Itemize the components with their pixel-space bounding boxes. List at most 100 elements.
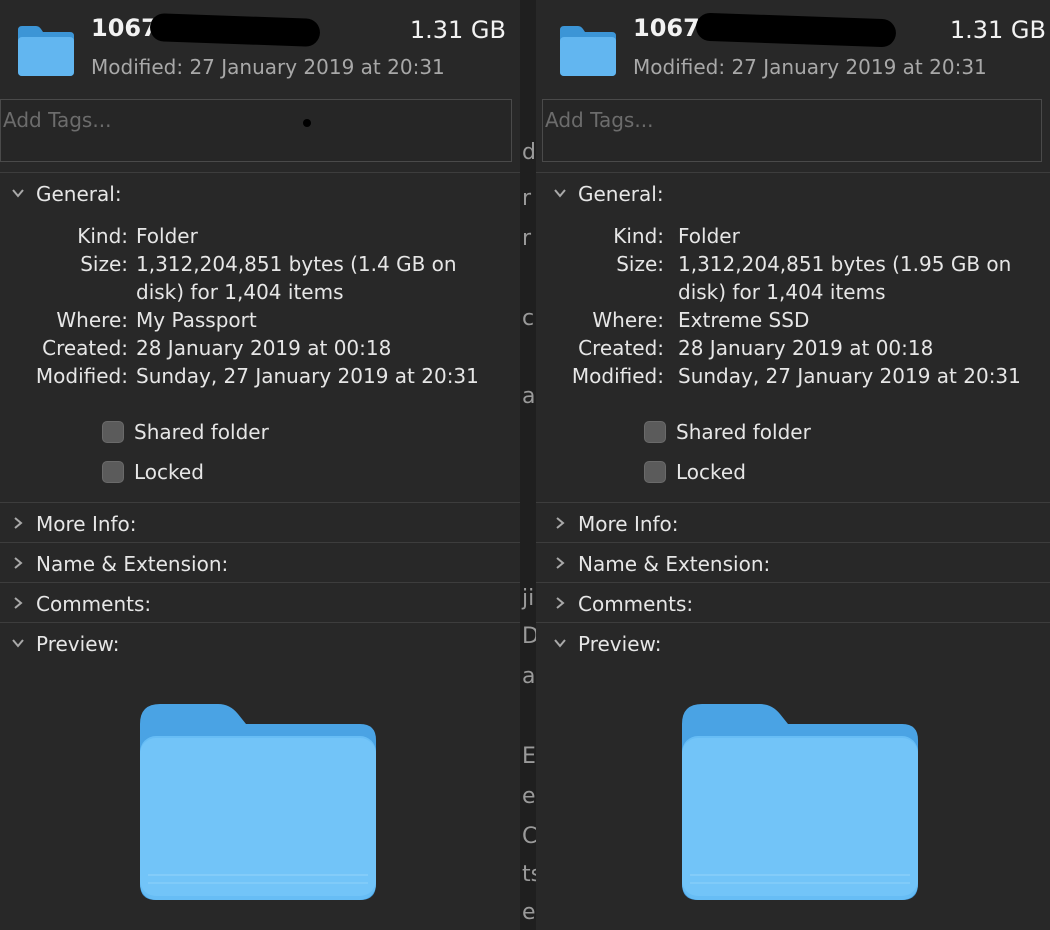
row-value: Folder — [136, 224, 198, 248]
checkbox-box[interactable] — [102, 461, 124, 483]
info-row-size: Size: 1,312,204,851 bytes (1.4 GB on — [0, 252, 520, 280]
info-row-modified: Modified: Sunday, 27 January 2019 at 20:… — [0, 364, 520, 392]
info-row-where: Where: My Passport — [0, 308, 520, 336]
divider — [536, 502, 1050, 503]
section-name-extension[interactable]: Name & Extension: — [536, 545, 1050, 585]
checkbox-box[interactable] — [102, 421, 124, 443]
checkbox-box[interactable] — [644, 461, 666, 483]
row-value: disk) for 1,404 items — [136, 280, 344, 304]
checkbox-label: Locked — [676, 460, 746, 484]
background-text: ts — [522, 862, 536, 887]
background-text: r — [522, 186, 532, 211]
section-comments[interactable]: Comments: — [0, 585, 520, 625]
folder-preview-icon — [682, 704, 918, 900]
divider — [0, 172, 520, 173]
chevron-right-icon[interactable] — [552, 515, 568, 531]
folder-icon — [560, 26, 616, 76]
redaction-mark — [149, 13, 321, 47]
cursor-dot — [303, 119, 311, 127]
row-label: Modified: — [571, 364, 664, 388]
background-text: c — [522, 306, 535, 331]
section-comments[interactable]: Comments: — [536, 585, 1050, 625]
background-text: a — [522, 384, 536, 409]
section-title: Name & Extension: — [36, 552, 229, 576]
background-text: e — [522, 900, 536, 925]
row-value: Sunday, 27 January 2019 at 20:31 — [678, 364, 1021, 388]
info-panel-right: 1067- 1.31 GB Modified: 27 January 2019 … — [536, 0, 1050, 930]
row-label: Created: — [578, 336, 664, 360]
panel-header: 1067- 1.31 GB Modified: 27 January 2019 … — [0, 0, 520, 95]
chevron-down-icon[interactable] — [10, 635, 26, 651]
add-tags-input[interactable] — [543, 102, 1043, 138]
row-value: 28 January 2019 at 00:18 — [136, 336, 392, 360]
info-row-size-cont: disk) for 1,404 items — [536, 280, 1050, 308]
row-value: Folder — [678, 224, 740, 248]
chevron-right-icon[interactable] — [552, 595, 568, 611]
section-preview[interactable]: Preview: — [0, 625, 520, 665]
info-row-size-cont: disk) for 1,404 items — [0, 280, 520, 308]
chevron-right-icon[interactable] — [10, 515, 26, 531]
divider — [0, 542, 520, 543]
checkbox-box[interactable] — [644, 421, 666, 443]
row-label: Created: — [42, 336, 128, 360]
divider — [536, 622, 1050, 623]
chevron-right-icon[interactable] — [552, 555, 568, 571]
checkbox-label: Locked — [134, 460, 204, 484]
modified-header: Modified: 27 January 2019 at 20:31 — [91, 55, 445, 79]
section-title: Preview: — [578, 632, 662, 656]
row-value: Sunday, 27 January 2019 at 20:31 — [136, 364, 479, 388]
redaction-mark — [695, 12, 897, 48]
row-value: 1,312,204,851 bytes (1.95 GB on — [678, 252, 1012, 276]
section-title: General: — [578, 182, 664, 206]
folder-size: 1.31 GB — [409, 16, 506, 44]
section-title: Name & Extension: — [578, 552, 771, 576]
background-text: e — [522, 784, 536, 809]
row-label: Size: — [616, 252, 664, 276]
chevron-down-icon[interactable] — [10, 185, 26, 201]
row-label: Size: — [80, 252, 128, 276]
chevron-right-icon[interactable] — [10, 555, 26, 571]
info-row-modified: Modified: Sunday, 27 January 2019 at 20:… — [536, 364, 1050, 392]
section-title: Preview: — [36, 632, 120, 656]
section-general[interactable]: General: — [536, 175, 1050, 215]
info-row-created: Created: 28 January 2019 at 00:18 — [0, 336, 520, 364]
tags-field[interactable] — [0, 99, 513, 162]
section-name-extension[interactable]: Name & Extension: — [0, 545, 520, 585]
row-label: Kind: — [613, 224, 664, 248]
modified-header: Modified: 27 January 2019 at 20:31 — [633, 55, 987, 79]
folder-preview-icon — [140, 704, 376, 900]
row-label: Kind: — [77, 224, 128, 248]
row-label: Where: — [56, 308, 128, 332]
background-text: r — [522, 226, 532, 251]
checkbox-label: Shared folder — [134, 420, 269, 444]
add-tags-input[interactable] — [1, 102, 513, 138]
section-preview[interactable]: Preview: — [536, 625, 1050, 665]
row-label: Modified: — [35, 364, 128, 388]
background-text: a — [522, 664, 536, 689]
checkbox-label: Shared folder — [676, 420, 811, 444]
info-row-size: Size: 1,312,204,851 bytes (1.95 GB on — [536, 252, 1050, 280]
chevron-down-icon[interactable] — [552, 635, 568, 651]
background-window-strip: d r r c a ji D a E e C ts e — [520, 0, 536, 930]
row-label: Where: — [592, 308, 664, 332]
chevron-right-icon[interactable] — [10, 595, 26, 611]
chevron-down-icon[interactable] — [552, 185, 568, 201]
background-text: ji — [522, 586, 535, 611]
section-more-info[interactable]: More Info: — [536, 505, 1050, 545]
section-more-info[interactable]: More Info: — [0, 505, 520, 545]
divider — [0, 582, 520, 583]
tags-field[interactable] — [542, 99, 1043, 162]
section-title: More Info: — [578, 512, 679, 536]
background-text: E — [522, 744, 536, 769]
folder-icon — [18, 26, 74, 76]
section-general[interactable]: General: — [0, 175, 520, 215]
row-value: 1,312,204,851 bytes (1.4 GB on — [136, 252, 457, 276]
row-value: Extreme SSD — [678, 308, 810, 332]
background-text: D — [522, 624, 536, 649]
row-value: My Passport — [136, 308, 257, 332]
info-row-created: Created: 28 January 2019 at 00:18 — [536, 336, 1050, 364]
row-value: 28 January 2019 at 00:18 — [678, 336, 934, 360]
background-text: C — [522, 824, 536, 849]
section-title: General: — [36, 182, 122, 206]
section-title: More Info: — [36, 512, 137, 536]
